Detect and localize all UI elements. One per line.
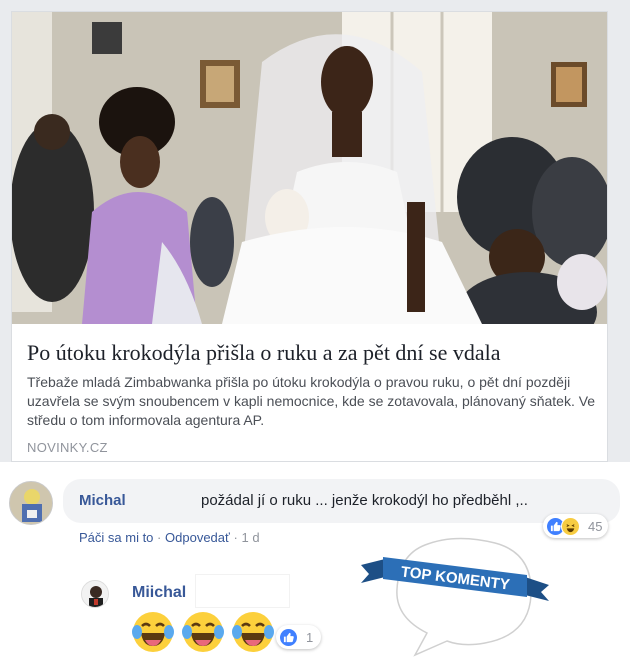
like-icon: [279, 627, 298, 647]
comments-section: Michal požádal jí o ruku ... jenže kroko…: [0, 462, 630, 659]
haha-icon: [561, 516, 580, 536]
separator: ·: [233, 530, 238, 545]
comment-text: požádal jí o ruku ... jenže krokodýl ho …: [201, 492, 528, 509]
reply-avatar[interactable]: [81, 580, 109, 608]
like-link[interactable]: Páči sa mi to: [79, 530, 153, 545]
comment-author[interactable]: Michal: [79, 492, 126, 509]
article-description: Třebaže mladá Zimbabwanka přišla po útok…: [27, 374, 596, 428]
link-preview-card[interactable]: Po útoku krokodýla přišla o ruku a za pě…: [11, 11, 608, 462]
reaction-count: 1: [306, 629, 314, 645]
avatar[interactable]: [9, 481, 53, 525]
laughing-crying-emoji-icon: [182, 612, 224, 652]
reaction-count: 45: [588, 518, 603, 534]
article-photo[interactable]: [12, 12, 607, 324]
reply-emojis: [131, 610, 275, 654]
top-komenty-sticker: TOP KOMENTY: [361, 537, 549, 657]
comment-reactions[interactable]: 45: [543, 514, 609, 538]
comment-bubble: Michal požádal jí o ruku ... jenže kroko…: [63, 479, 620, 523]
redaction-box: [195, 574, 290, 608]
reply-author[interactable]: Miichal: [132, 584, 186, 602]
reply-link[interactable]: Odpovedať: [165, 530, 230, 545]
laughing-crying-emoji-icon: [232, 612, 274, 652]
article-title[interactable]: Po útoku krokodýla přišla o ruku a za pě…: [27, 339, 597, 367]
comment-actions: Páči sa mi to · Odpovedať · 1 d: [79, 530, 260, 545]
laughing-crying-emoji-icon: [132, 612, 174, 652]
reply-reactions[interactable]: 1: [276, 625, 322, 649]
separator: ·: [157, 530, 162, 545]
article-source: NOVINKY.CZ: [27, 440, 108, 455]
comment-time[interactable]: 1 d: [241, 530, 259, 545]
